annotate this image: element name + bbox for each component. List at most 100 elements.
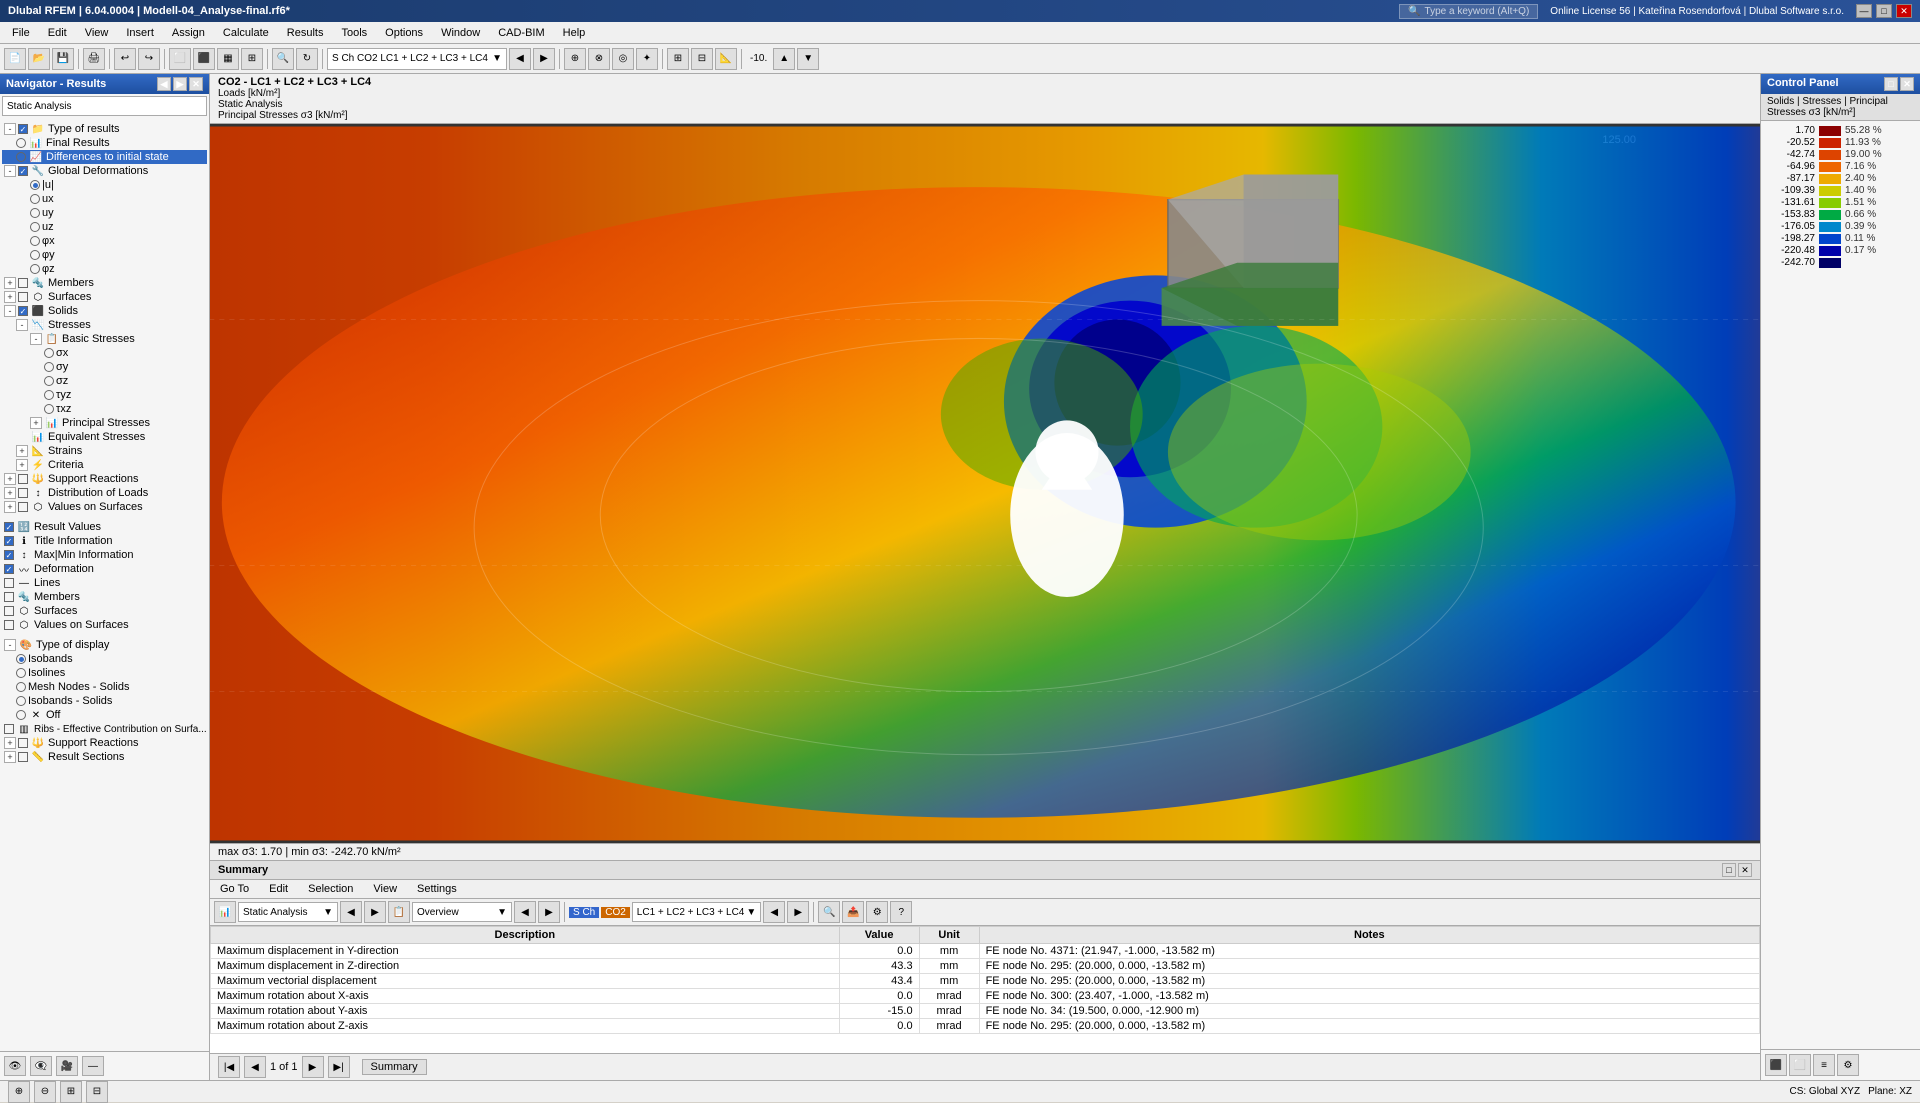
menu-results[interactable]: Results [279,25,332,41]
radio-icon[interactable] [44,376,54,386]
check-icon[interactable] [4,578,14,588]
check-icon[interactable] [18,278,28,288]
print-button[interactable]: 🖨 [83,48,105,70]
tree-members[interactable]: + 🔩 Members [2,276,207,290]
tree-uz[interactable]: uz [2,220,207,234]
check-icon[interactable] [4,724,14,734]
rotate-btn[interactable]: ↻ [296,48,318,70]
menu-help[interactable]: Help [555,25,594,41]
nav-prev-button[interactable]: ◀ [157,77,171,91]
3d-viewport[interactable]: 125.00 [210,124,1760,843]
expand-icon[interactable]: + [4,473,16,485]
tree-criteria[interactable]: + ⚡ Criteria [2,458,207,472]
summary-lc-next[interactable]: ▶ [787,901,809,923]
footer-last[interactable]: ▶| [328,1056,350,1078]
prev-lc-button[interactable]: ◀ [509,48,531,70]
expand-icon[interactable]: + [4,487,16,499]
nav-bottom-btn3[interactable]: 🎥 [56,1056,78,1076]
expand-icon[interactable]: + [4,751,16,763]
cp-btn1[interactable]: ⬛ [1765,1054,1787,1076]
filter-btn[interactable]: 🔍 [818,901,840,923]
factor-down[interactable]: ▼ [797,48,819,70]
radio-icon[interactable] [44,390,54,400]
tree-global-deformations[interactable]: - ✓ 🔧 Global Deformations [2,164,207,178]
summary-icon-btn[interactable]: 📊 [214,901,236,923]
table-row[interactable]: Maximum rotation about Z-axis 0.0 mrad F… [211,1019,1760,1034]
radio-icon[interactable] [30,236,40,246]
table-row[interactable]: Maximum vectorial displacement 43.4 mm F… [211,974,1760,989]
expand-icon[interactable]: + [16,445,28,457]
tree-tauxz[interactable]: τxz [2,402,207,416]
radio-icon[interactable] [16,138,26,148]
nav-bottom-btn2[interactable]: 👁‍🗨 [30,1056,52,1076]
expand-icon[interactable]: + [4,291,16,303]
cp-close-button[interactable]: ✕ [1900,77,1914,91]
tree-final-results[interactable]: 📊 Final Results [2,136,207,150]
expand-icon[interactable]: - [16,319,28,331]
check-icon[interactable] [18,488,28,498]
table-row[interactable]: Maximum rotation about X-axis 0.0 mrad F… [211,989,1760,1004]
tree-support-reactions-nav[interactable]: + 🔱 Support Reactions [2,736,207,750]
cp-expand-button[interactable]: □ [1884,77,1898,91]
display-btn2[interactable]: ⊗ [588,48,610,70]
radio-icon[interactable] [16,654,26,664]
summary-lc-dropdown[interactable]: LC1 + LC2 + LC3 + LC4 ▼ [632,902,761,922]
menu-cad-bim[interactable]: CAD-BIM [490,25,552,41]
grid-btn[interactable]: ⊟ [691,48,713,70]
radio-icon[interactable] [30,208,40,218]
tree-phiy[interactable]: φy [2,248,207,262]
radio-icon[interactable] [44,348,54,358]
tree-phiz[interactable]: φz [2,262,207,276]
tree-solids[interactable]: - ✓ ⬛ Solids [2,304,207,318]
factor-up[interactable]: ▲ [773,48,795,70]
redo-button[interactable]: ↪ [138,48,160,70]
minimize-button[interactable]: — [1856,4,1872,18]
radio-icon[interactable] [44,404,54,414]
next-lc-button[interactable]: ▶ [533,48,555,70]
tree-isobands-solids[interactable]: Isobands - Solids [2,694,207,708]
tree-isolines[interactable]: Isolines [2,666,207,680]
summary-settings[interactable]: Settings [411,882,463,896]
summary-expand-button[interactable]: □ [1722,863,1736,877]
summary-analysis-dropdown[interactable]: Static Analysis ▼ [238,902,338,922]
window-controls[interactable]: — □ ✕ [1856,4,1912,18]
expand-icon[interactable]: + [4,501,16,513]
summary-close-button[interactable]: ✕ [1738,863,1752,877]
tree-members-nav[interactable]: 🔩 Members [2,590,207,604]
expand-icon[interactable]: - [30,333,42,345]
menu-insert[interactable]: Insert [118,25,162,41]
expand-icon[interactable]: - [4,123,16,135]
check-icon[interactable] [4,606,14,616]
display-btn4[interactable]: ✦ [636,48,658,70]
check-icon[interactable] [4,620,14,630]
tree-differences[interactable]: 📈 Differences to initial state [2,150,207,164]
tree-support-reactions[interactable]: + 🔱 Support Reactions [2,472,207,486]
radio-icon[interactable] [16,710,26,720]
tree-surfaces-nav[interactable]: ⬡ Surfaces [2,604,207,618]
expand-icon[interactable]: - [4,639,16,651]
tree-mesh-nodes-solids[interactable]: Mesh Nodes - Solids [2,680,207,694]
check-icon[interactable]: ✓ [18,166,28,176]
tree-result-values[interactable]: ✓ 🔢 Result Values [2,520,207,534]
expand-icon[interactable]: - [4,305,16,317]
menu-assign[interactable]: Assign [164,25,213,41]
table-row[interactable]: Maximum displacement in Y-direction 0.0 … [211,944,1760,959]
check-icon[interactable] [4,592,14,602]
footer-prev[interactable]: ◀ [244,1056,266,1078]
summary-selection[interactable]: Selection [302,882,359,896]
tree-title-information[interactable]: ✓ ℹ Title Information [2,534,207,548]
radio-icon[interactable] [44,362,54,372]
summary-view-icon-btn[interactable]: 📋 [388,901,410,923]
view-btn2[interactable]: ⬛ [193,48,215,70]
check-icon[interactable]: ✓ [4,522,14,532]
cp-btn4[interactable]: ⚙ [1837,1054,1859,1076]
tree-u[interactable]: |u| [2,178,207,192]
status-btn2[interactable]: ⊖ [34,1081,56,1103]
radio-icon[interactable] [16,696,26,706]
status-btn3[interactable]: ⊞ [60,1081,82,1103]
display-btn1[interactable]: ⊕ [564,48,586,70]
check-icon[interactable] [18,292,28,302]
dim-btn[interactable]: 📐 [715,48,737,70]
tree-strains[interactable]: + 📐 Strains [2,444,207,458]
radio-icon[interactable] [30,250,40,260]
